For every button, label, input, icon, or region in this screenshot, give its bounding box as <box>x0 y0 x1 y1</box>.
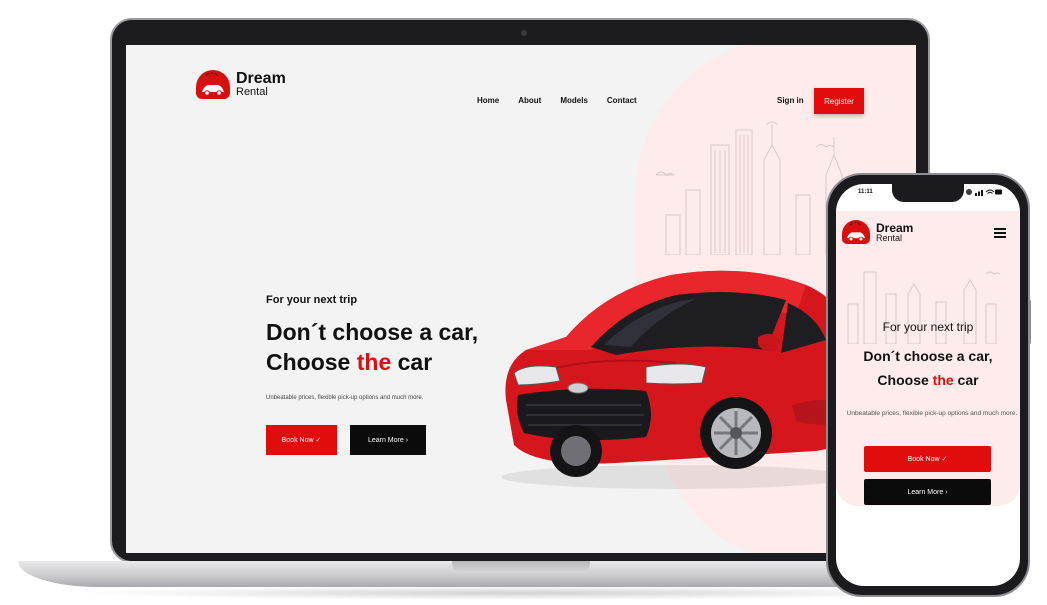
phone-notch <box>892 184 972 202</box>
red-sports-car-image <box>501 270 854 489</box>
chevron-right-icon: › <box>405 436 409 444</box>
learn-more-button[interactable]: Learn More › <box>350 425 426 455</box>
mobile-hero-eyebrow: For your next trip <box>882 320 974 334</box>
brand-logo[interactable]: Dream Rental <box>196 70 286 99</box>
mobile-learn-more-button[interactable]: Learn More › <box>864 479 991 505</box>
check-icon: ✓ <box>315 437 322 444</box>
mobile-brand-name: Dream <box>876 220 914 235</box>
signin-link[interactable]: Sign in <box>777 96 804 105</box>
mobile-brand-tagline: Rental <box>876 232 903 243</box>
mobile-book-now-button[interactable]: Book Now ✓ <box>864 446 991 472</box>
main-nav: Home About Models Contact <box>477 96 637 105</box>
hero-eyebrow: For your next trip <box>266 294 358 306</box>
mobile-brand-logo[interactable]: Dream Rental <box>842 220 913 244</box>
brand-name: Dream <box>236 70 286 87</box>
status-bar-time: 11:11 <box>858 189 873 195</box>
hero-title-highlight: the <box>356 349 392 375</box>
phone-frame: 11:11 Dream Rental For your next trip Do… <box>826 173 1030 597</box>
mobile-check-icon: ✓ <box>941 456 948 463</box>
laptop-camera <box>521 30 527 36</box>
mobile-hero-title-line-1: Don´t choose a car, <box>863 348 993 364</box>
mobile-car-logo-icon <box>842 220 870 244</box>
nav-item-contact[interactable]: Contact <box>607 96 637 105</box>
mobile-hero-description: Unbeatable prices, flexible pick-up opti… <box>846 410 1018 417</box>
laptop-shadow <box>70 586 970 600</box>
phone-camera <box>966 189 972 195</box>
register-button[interactable]: Register <box>814 88 864 114</box>
book-now-button[interactable]: Book Now ✓ <box>266 425 337 455</box>
hero-title-line-2: Choose the car <box>266 349 433 375</box>
hero-title-line-1: Don´t choose a car, <box>266 319 479 345</box>
nav-item-models[interactable]: Models <box>560 96 588 105</box>
brand-tagline: Rental <box>236 86 268 98</box>
mobile-hero-title-line-2: Choose the car <box>877 372 979 388</box>
mobile-screen: 11:11 Dream Rental For your next trip Do… <box>836 184 1020 586</box>
hamburger-menu-icon[interactable] <box>994 228 1006 238</box>
mobile-hero-title-highlight: the <box>932 372 954 388</box>
car-logo-icon <box>196 70 230 99</box>
laptop-trackpad-notch <box>452 561 590 573</box>
mobile-chevron-right-icon: › <box>945 488 948 496</box>
desktop-screen: Dream Rental Home About Models Contact S… <box>126 45 916 553</box>
laptop-frame: Dream Rental Home About Models Contact S… <box>110 18 930 563</box>
status-bar-icons <box>975 189 1002 196</box>
nav-item-about[interactable]: About <box>518 96 541 105</box>
nav-item-home[interactable]: Home <box>477 96 499 105</box>
hero-description: Unbeatable prices, flexible pick-up opti… <box>266 395 424 401</box>
